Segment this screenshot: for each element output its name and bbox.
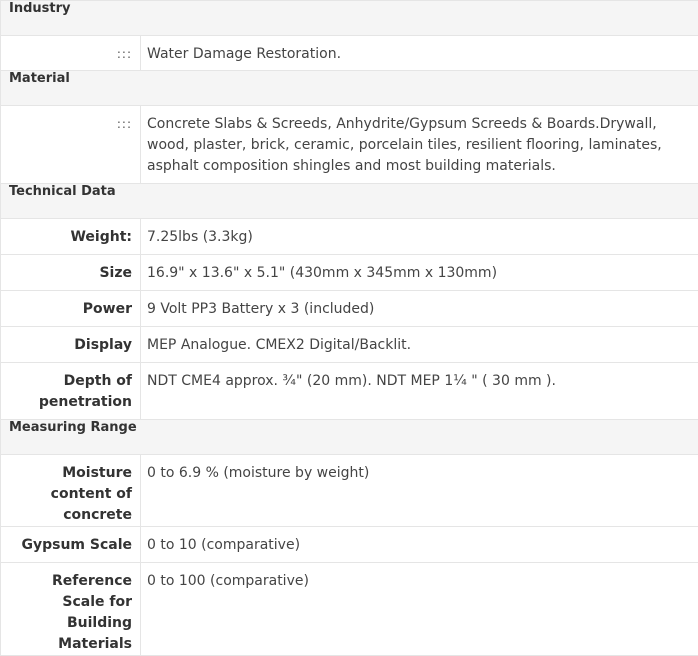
spec-row-material: ::: Concrete Slabs & Screeds, Anhydrite/… [1, 106, 698, 184]
spec-value-gypsum-scale: 0 to 10 (comparative) [141, 527, 698, 563]
section-header-material: Material [1, 71, 698, 106]
spec-row-moisture-content: Moisture content of concrete 0 to 6.9 % … [1, 455, 698, 527]
spec-label-material: ::: [1, 106, 141, 184]
spec-row-size: Size 16.9" x 13.6" x 5.1" (430mm x 345mm… [1, 255, 698, 291]
spec-value-power: 9 Volt PP3 Battery x 3 (included) [141, 291, 698, 327]
spec-value-depth-of-penetration: NDT CME4 approx. ¾" (20 mm). NDT MEP 1¼ … [141, 363, 698, 420]
spec-label-depth-of-penetration: Depth of penetration [1, 363, 141, 420]
section-header-technical-data: Technical Data [1, 184, 698, 219]
spec-label-power: Power [1, 291, 141, 327]
spec-label-gypsum-scale: Gypsum Scale [1, 527, 141, 563]
spec-label-display: Display [1, 327, 141, 363]
spec-value-size: 16.9" x 13.6" x 5.1" (430mm x 345mm x 13… [141, 255, 698, 291]
spec-value-reference-scale: 0 to 100 (comparative) [141, 563, 698, 656]
section-header-industry: Industry [1, 1, 698, 36]
spec-label-weight: Weight: [1, 219, 141, 255]
spec-value-industry: Water Damage Restoration. [141, 36, 698, 71]
spec-value-material: Concrete Slabs & Screeds, Anhydrite/Gyps… [141, 106, 698, 184]
section-title-technical-data: Technical Data [1, 184, 698, 219]
spec-row-depth-of-penetration: Depth of penetration NDT CME4 approx. ¾"… [1, 363, 698, 420]
section-title-measuring-range: Measuring Range [1, 420, 698, 455]
section-title-industry: Industry [1, 1, 698, 36]
section-header-measuring-range: Measuring Range [1, 420, 698, 455]
spec-value-display: MEP Analogue. CMEX2 Digital/Backlit. [141, 327, 698, 363]
spec-label-reference-scale: Reference Scale for Building Materials [1, 563, 141, 656]
spec-row-reference-scale: Reference Scale for Building Materials 0… [1, 563, 698, 656]
spec-label-moisture-content: Moisture content of concrete [1, 455, 141, 527]
section-title-material: Material [1, 71, 698, 106]
spec-value-weight: 7.25lbs (3.3kg) [141, 219, 698, 255]
spec-row-power: Power 9 Volt PP3 Battery x 3 (included) [1, 291, 698, 327]
specification-table: Industry ::: Water Damage Restoration. M… [0, 0, 698, 656]
spec-label-size: Size [1, 255, 141, 291]
spec-row-weight: Weight: 7.25lbs (3.3kg) [1, 219, 698, 255]
spec-row-display: Display MEP Analogue. CMEX2 Digital/Back… [1, 327, 698, 363]
spec-value-moisture-content: 0 to 6.9 % (moisture by weight) [141, 455, 698, 527]
spec-label-industry: ::: [1, 36, 141, 71]
spec-row-industry: ::: Water Damage Restoration. [1, 36, 698, 71]
spec-row-gypsum-scale: Gypsum Scale 0 to 10 (comparative) [1, 527, 698, 563]
